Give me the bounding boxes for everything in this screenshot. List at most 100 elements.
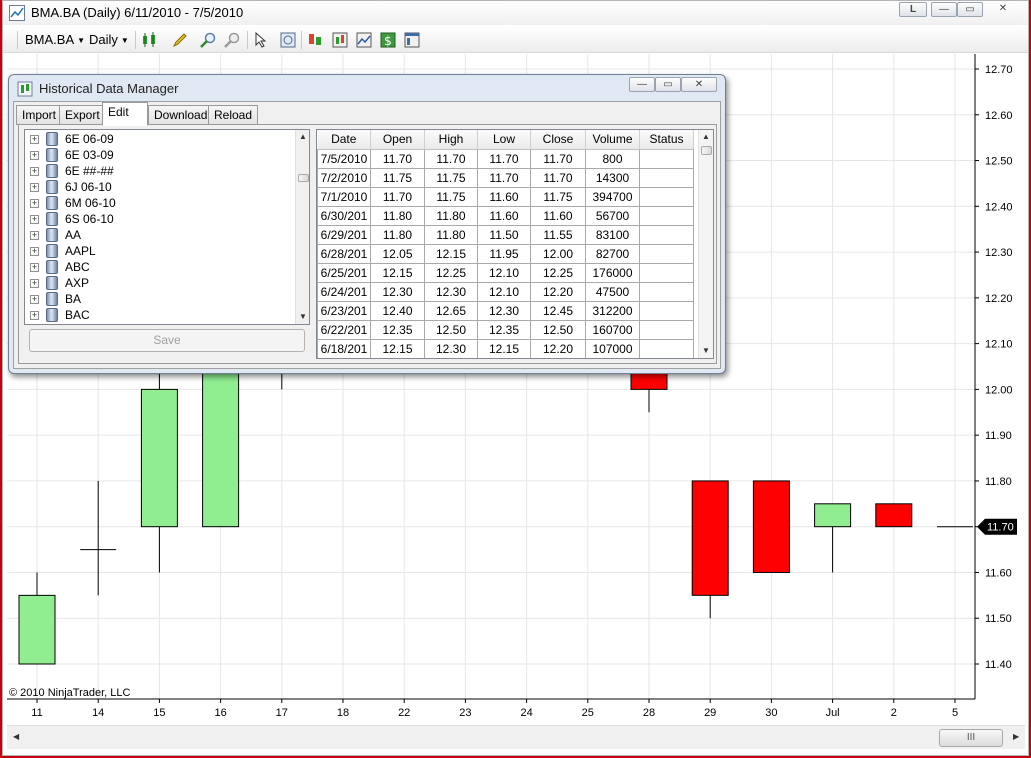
column-header[interactable]: Open bbox=[370, 130, 425, 150]
table-cell[interactable]: 12.15 bbox=[477, 338, 531, 358]
table-row[interactable]: 6/30/201 11.80 11.80 11.60 11.60 56700 bbox=[317, 205, 694, 226]
table-cell[interactable]: 6/30/201 bbox=[317, 205, 371, 226]
table-cell[interactable] bbox=[639, 319, 694, 340]
table-cell[interactable]: 12.20 bbox=[530, 338, 586, 358]
column-header[interactable]: Date bbox=[317, 130, 371, 150]
table-cell[interactable]: 7/1/2010 bbox=[317, 186, 371, 207]
tab-download[interactable]: Download bbox=[148, 105, 214, 125]
table-cell[interactable]: 7/5/2010 bbox=[317, 148, 371, 169]
table-cell[interactable]: 12.30 bbox=[424, 281, 478, 302]
table-row[interactable]: 6/18/201 12.15 12.30 12.15 12.20 107000 bbox=[317, 338, 694, 358]
column-header[interactable]: Status bbox=[639, 130, 694, 150]
table-cell[interactable]: 11.70 bbox=[477, 148, 531, 169]
table-cell[interactable]: 12.15 bbox=[424, 243, 478, 264]
tree-item[interactable]: +6E 03-09 bbox=[25, 147, 295, 163]
table-row[interactable]: 6/28/201 12.05 12.15 11.95 12.00 82700 bbox=[317, 243, 694, 264]
expand-icon[interactable]: + bbox=[30, 279, 39, 288]
expand-icon[interactable]: + bbox=[30, 263, 39, 272]
table-cell[interactable] bbox=[639, 167, 694, 188]
table-cell[interactable]: 11.80 bbox=[424, 205, 478, 226]
scroll-up-icon[interactable]: ▲ bbox=[299, 132, 307, 141]
expand-icon[interactable]: + bbox=[30, 247, 39, 256]
table-cell[interactable]: 800 bbox=[585, 148, 640, 169]
indicators-icon[interactable] bbox=[307, 31, 325, 49]
table-row[interactable]: 7/1/2010 11.70 11.75 11.60 11.75 394700 bbox=[317, 186, 694, 207]
table-cell[interactable] bbox=[639, 243, 694, 264]
table-cell[interactable] bbox=[639, 281, 694, 302]
grid-scroll-thumb[interactable] bbox=[701, 146, 712, 155]
table-cell[interactable]: 6/25/201 bbox=[317, 262, 371, 283]
expand-icon[interactable]: + bbox=[30, 135, 39, 144]
table-row[interactable]: 6/23/201 12.40 12.65 12.30 12.45 312200 bbox=[317, 300, 694, 321]
table-cell[interactable]: 6/22/201 bbox=[317, 319, 371, 340]
table-cell[interactable]: 6/24/201 bbox=[317, 281, 371, 302]
table-cell[interactable]: 11.60 bbox=[530, 205, 586, 226]
table-cell[interactable]: 12.05 bbox=[370, 243, 425, 264]
table-row[interactable]: 7/5/2010 11.70 11.70 11.70 11.70 800 bbox=[317, 148, 694, 169]
tree-item[interactable]: +6E ##-## bbox=[25, 163, 295, 179]
dialog-minimize-button[interactable]: — bbox=[629, 77, 655, 92]
zoom-out-icon[interactable] bbox=[223, 31, 241, 49]
table-cell[interactable]: 7/2/2010 bbox=[317, 167, 371, 188]
tree-item[interactable]: +6J 06-10 bbox=[25, 179, 295, 195]
table-row[interactable]: 6/22/201 12.35 12.50 12.35 12.50 160700 bbox=[317, 319, 694, 340]
table-cell[interactable]: 160700 bbox=[585, 319, 640, 340]
tab-edit[interactable]: Edit bbox=[102, 102, 148, 126]
table-cell[interactable]: 12.25 bbox=[424, 262, 478, 283]
expand-icon[interactable]: + bbox=[30, 231, 39, 240]
table-cell[interactable]: 47500 bbox=[585, 281, 640, 302]
table-cell[interactable]: 6/18/201 bbox=[317, 338, 371, 358]
expand-icon[interactable]: + bbox=[30, 167, 39, 176]
table-cell[interactable]: 11.75 bbox=[370, 167, 425, 188]
tree-item[interactable]: +6S 06-10 bbox=[25, 211, 295, 227]
table-cell[interactable] bbox=[639, 205, 694, 226]
line-chart-icon[interactable] bbox=[355, 31, 373, 49]
tree-item[interactable]: + AA bbox=[25, 227, 295, 243]
table-cell[interactable] bbox=[639, 148, 694, 169]
drawing-pencil-icon[interactable] bbox=[171, 31, 189, 49]
properties-icon[interactable] bbox=[403, 31, 421, 49]
chart-style-icon[interactable] bbox=[141, 31, 159, 49]
table-cell[interactable]: 11.70 bbox=[477, 167, 531, 188]
scroll-right-icon[interactable]: ▶ bbox=[1013, 732, 1019, 741]
table-cell[interactable]: 82700 bbox=[585, 243, 640, 264]
table-row[interactable]: 6/25/201 12.15 12.25 12.10 12.25 176000 bbox=[317, 262, 694, 283]
expand-icon[interactable]: + bbox=[30, 199, 39, 208]
table-cell[interactable]: 11.95 bbox=[477, 243, 531, 264]
table-row[interactable]: 6/24/201 12.30 12.30 12.10 12.20 47500 bbox=[317, 281, 694, 302]
table-cell[interactable]: 312200 bbox=[585, 300, 640, 321]
zoom-in-icon[interactable] bbox=[199, 31, 217, 49]
expand-icon[interactable]: + bbox=[30, 311, 39, 320]
tab-reload[interactable]: Reload bbox=[208, 105, 259, 125]
grid-scrollbar[interactable]: ▲ ▼ bbox=[698, 130, 713, 358]
expand-icon[interactable]: + bbox=[30, 295, 39, 304]
tree-scrollbar[interactable]: ▲ ▼ bbox=[295, 130, 309, 324]
table-cell[interactable]: 12.65 bbox=[424, 300, 478, 321]
table-cell[interactable]: 12.10 bbox=[477, 262, 531, 283]
table-cell[interactable]: 11.70 bbox=[370, 186, 425, 207]
table-cell[interactable]: 12.50 bbox=[530, 319, 586, 340]
dollar-icon[interactable]: $ bbox=[379, 31, 397, 49]
tree-item[interactable]: + BAC bbox=[25, 307, 295, 323]
expand-icon[interactable]: + bbox=[30, 151, 39, 160]
table-cell[interactable] bbox=[639, 186, 694, 207]
table-cell[interactable]: 12.45 bbox=[530, 300, 586, 321]
table-cell[interactable]: 56700 bbox=[585, 205, 640, 226]
table-cell[interactable]: 14300 bbox=[585, 167, 640, 188]
table-cell[interactable]: 12.30 bbox=[424, 338, 478, 358]
table-cell[interactable]: 11.80 bbox=[370, 224, 425, 245]
table-cell[interactable]: 83100 bbox=[585, 224, 640, 245]
tree-item[interactable]: + AXP bbox=[25, 275, 295, 291]
table-cell[interactable]: 11.75 bbox=[424, 167, 478, 188]
table-row[interactable]: 7/2/2010 11.75 11.75 11.70 11.70 14300 bbox=[317, 167, 694, 188]
column-header[interactable]: Close bbox=[530, 130, 586, 150]
scroll-down-icon[interactable]: ▼ bbox=[299, 312, 307, 321]
table-cell[interactable] bbox=[639, 338, 694, 358]
column-header[interactable]: Volume bbox=[585, 130, 640, 150]
tab-export[interactable]: Export bbox=[59, 105, 106, 125]
table-cell[interactable]: 12.30 bbox=[370, 281, 425, 302]
table-cell[interactable]: 12.40 bbox=[370, 300, 425, 321]
tree-item[interactable]: + ABC bbox=[25, 259, 295, 275]
table-cell[interactable]: 11.60 bbox=[477, 205, 531, 226]
table-cell[interactable]: 11.75 bbox=[424, 186, 478, 207]
